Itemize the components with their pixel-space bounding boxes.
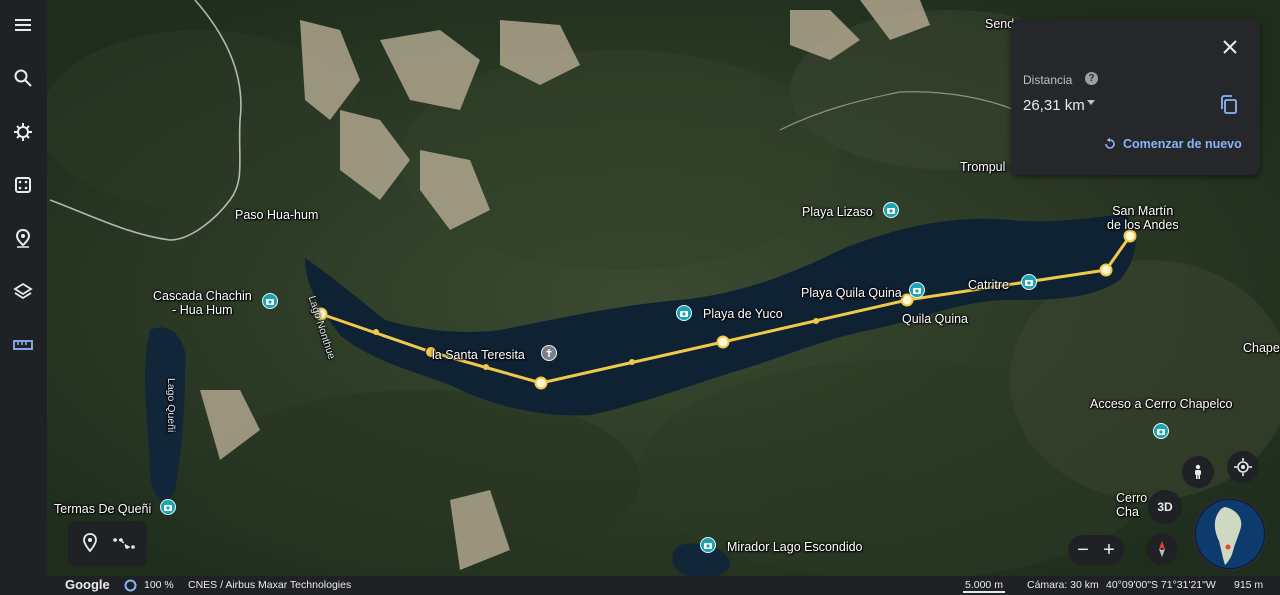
label-termas-de-queni[interactable]: Termas De Queñi <box>54 502 151 516</box>
menu-icon[interactable] <box>7 9 39 41</box>
voyager-icon[interactable] <box>7 116 39 148</box>
measure-icon[interactable] <box>7 329 39 361</box>
start-over-button[interactable]: Comenzar de nuevo <box>1103 137 1242 151</box>
poi-camera-icon[interactable] <box>1021 274 1037 290</box>
scale-text: 5.000 m <box>965 579 1003 591</box>
label-quila-quina: Quila Quina <box>902 312 969 326</box>
measure-tools <box>68 521 147 566</box>
search-icon[interactable] <box>7 62 39 94</box>
help-icon[interactable]: ? <box>1085 72 1098 85</box>
poi-camera-icon[interactable] <box>262 293 278 309</box>
zoom-out-button[interactable]: − <box>1072 539 1094 561</box>
map-style-icon[interactable] <box>7 275 39 307</box>
google-logo: Google <box>65 577 110 592</box>
distance-label: Distancia <box>1023 73 1073 87</box>
label-santa-teresita[interactable]: la Santa Teresita <box>432 348 525 362</box>
label-trompul: Trompul <box>960 160 1006 174</box>
camera-altitude: Cámara: 30 km <box>1027 579 1099 591</box>
path-icon[interactable] <box>113 532 135 554</box>
toggle-3d-button[interactable]: 3D <box>1148 490 1182 524</box>
poi-camera-icon[interactable] <box>909 282 925 298</box>
label-playa-lizaso[interactable]: Playa Lizaso <box>802 205 873 219</box>
copy-icon[interactable] <box>1218 94 1240 116</box>
label-sendero: Send <box>985 17 1015 31</box>
projects-icon[interactable] <box>7 222 39 254</box>
zoom-controls: − + <box>1068 535 1124 565</box>
poi-camera-icon[interactable] <box>1153 423 1169 439</box>
left-rail <box>0 0 47 595</box>
start-over-label: Comenzar de nuevo <box>1123 137 1242 151</box>
globe-minimap[interactable] <box>1193 497 1267 571</box>
status-bar: Google 100 % CNES / Airbus Maxar Technol… <box>47 576 1280 595</box>
restart-icon <box>1105 137 1115 149</box>
my-location-icon[interactable] <box>1227 451 1259 483</box>
zoom-in-button[interactable]: + <box>1098 539 1120 561</box>
label-playa-de-yuco[interactable]: Playa de Yuco <box>703 307 783 321</box>
poi-camera-icon[interactable] <box>676 305 692 321</box>
label-playa-quila-quina[interactable]: Playa Quila Quina <box>801 286 902 300</box>
label-chapelco-edge: Chape <box>1243 341 1280 355</box>
label-cascada-chachin[interactable]: Cascada Chachin - Hua Hum <box>153 289 252 317</box>
attribution[interactable]: CNES / Airbus Maxar Technologies <box>188 579 351 591</box>
distance-value: 26,31 km <box>1023 97 1085 114</box>
label-lago-queni: Lago Queñi <box>165 378 177 433</box>
feeling-lucky-icon[interactable] <box>7 169 39 201</box>
coordinates: 40°09'00"S 71°31'21"W <box>1106 579 1216 591</box>
label-cerro-chapelco: Cerro Cha <box>1116 491 1148 519</box>
elevation: 915 m <box>1234 579 1264 591</box>
label-paso-hua-hum: Paso Hua-hum <box>235 208 319 222</box>
poi-camera-icon[interactable] <box>883 202 899 218</box>
street-view-pegman-icon[interactable] <box>1182 456 1214 488</box>
label-catritre: Catritre <box>968 278 1009 292</box>
unit-dropdown-icon[interactable] <box>1087 100 1095 105</box>
measure-panel: Distancia ? 26,31 km Comenzar de nuevo <box>1011 19 1260 175</box>
close-icon[interactable] <box>1218 35 1242 59</box>
compass-icon[interactable] <box>1146 533 1178 565</box>
label-mirador-lago-escondido[interactable]: Mirador Lago Escondido <box>727 540 863 554</box>
loading-circle-icon <box>124 579 137 592</box>
poi-camera-icon[interactable] <box>160 499 176 515</box>
scale-bar <box>963 591 1005 593</box>
label-san-martin-de-los-andes: San Martín de los Andes <box>1107 204 1179 232</box>
place-point-icon[interactable] <box>79 532 101 554</box>
label-acceso-cerro-chapelco[interactable]: Acceso a Cerro Chapelco <box>1090 397 1232 411</box>
church-icon[interactable] <box>541 345 557 361</box>
load-percent: 100 % <box>144 579 174 591</box>
poi-camera-icon[interactable] <box>700 537 716 553</box>
